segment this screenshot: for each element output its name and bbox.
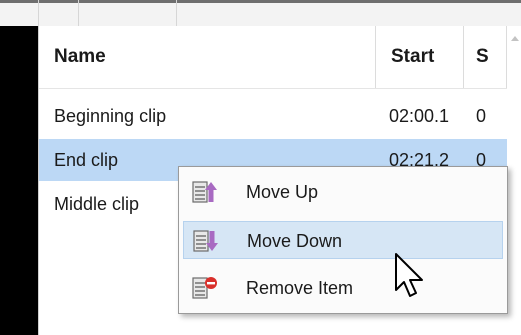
clip-name: End clip <box>54 150 119 170</box>
column-header-row: Name Start S <box>39 26 509 89</box>
menu-item-label: Remove Item <box>246 278 354 298</box>
toolbar-divider <box>176 0 177 26</box>
menu-item-label: Move Up <box>246 182 319 202</box>
column-header-start[interactable]: Start <box>376 26 464 88</box>
remove-item-icon <box>192 277 217 299</box>
context-menu: Move Up Move Down Remove Item <box>178 166 508 314</box>
table-row[interactable]: Beginning clip 02:00.1 0 <box>39 95 507 137</box>
clip-start: 02:00.1 <box>389 106 450 126</box>
move-up-icon <box>192 181 217 203</box>
mouse-cursor-icon <box>395 253 423 297</box>
menu-item-remove-item[interactable]: Remove Item <box>183 269 503 307</box>
menu-item-move-up[interactable]: Move Up <box>183 173 503 211</box>
vertical-scrollbar[interactable] <box>507 26 521 335</box>
move-down-icon <box>193 230 218 252</box>
top-toolbar-strip <box>0 0 521 27</box>
toolbar-divider <box>38 0 39 26</box>
menu-item-label: Move Down <box>247 231 343 251</box>
left-dark-pane <box>0 26 38 335</box>
toolbar-divider <box>78 0 79 26</box>
clip-name: Middle clip <box>54 194 140 214</box>
clip-name: Beginning clip <box>54 106 167 126</box>
menu-item-move-down[interactable]: Move Down <box>183 221 503 259</box>
column-header-name[interactable]: Name <box>39 26 376 88</box>
clip-extra: 0 <box>476 106 487 126</box>
scroll-up-arrow-icon[interactable] <box>511 36 519 41</box>
column-header-s[interactable]: S <box>464 26 507 88</box>
